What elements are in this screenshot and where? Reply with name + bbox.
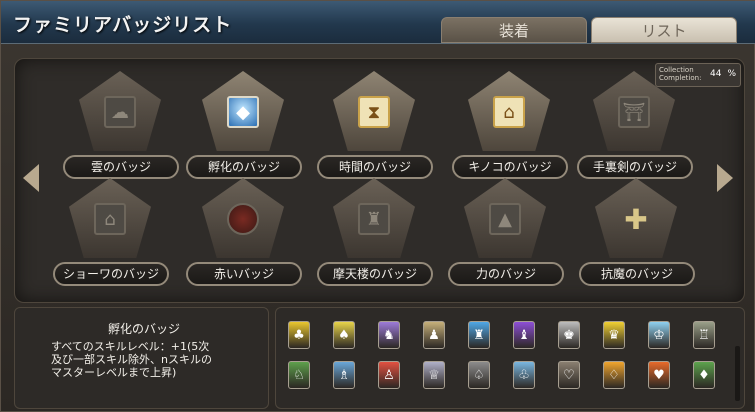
familiar-4-icon[interactable]: ♟ [423, 321, 445, 349]
badge-label: 時間のバッジ [317, 155, 433, 179]
description-line-1: すべてのスキルレベル：+1(5次 [51, 340, 210, 353]
familiar-scrollbar[interactable] [735, 346, 740, 401]
badge-hatch[interactable]: ◆ 孵化のバッジ [184, 71, 304, 181]
badge-time[interactable]: ⧗ 時間のバッジ [315, 71, 435, 181]
badge-mushroom[interactable]: ⌂ キノコのバッジ [450, 71, 570, 181]
description-title: 孵化のバッジ [108, 322, 181, 336]
shrine-icon: ⌂ [94, 203, 126, 235]
badge-showa[interactable]: ⌂ ショーワのバッジ [51, 178, 171, 288]
badge-shuriken[interactable]: ⛩ 手裏剣のバッジ [575, 71, 695, 181]
badge-power[interactable]: ▲ 力のバッジ [446, 178, 566, 288]
badge-label: 摩天楼のバッジ [317, 262, 433, 286]
title-bar[interactable]: ファミリアバッジリスト 装着 リスト [1, 1, 755, 44]
familiar-15-icon[interactable]: ♤ [468, 361, 490, 389]
description-line-3: マスターレベルまで上昇) [51, 366, 177, 379]
badge-label: 赤いバッジ [186, 262, 302, 286]
familiar-18-icon[interactable]: ♢ [603, 361, 625, 389]
prev-page-arrow-icon[interactable] [23, 164, 39, 192]
badge-antimagic[interactable]: ✚ 抗魔のバッジ [577, 178, 697, 288]
house-icon: ⌂ [493, 96, 525, 128]
badge-description-panel: 孵化のバッジ すべてのスキルレベル：+1(5次 及び一部スキル除外、nスキルの … [14, 307, 269, 409]
cross-icon: ✚ [624, 202, 648, 236]
pagoda-icon: ▲ [489, 203, 521, 235]
familiar-8-icon[interactable]: ♛ [603, 321, 625, 349]
window-title: ファミリアバッジリスト [13, 14, 233, 36]
red-orb-icon [227, 203, 259, 235]
badge-label: 手裏剣のバッジ [577, 155, 693, 179]
familiar-2-icon[interactable]: ♠ [333, 321, 355, 349]
hourglass-icon: ⧗ [358, 96, 390, 128]
badge-label: ショーワのバッジ [53, 262, 169, 286]
badge-label: 孵化のバッジ [186, 155, 302, 179]
egg-icon: ◆ [227, 96, 259, 128]
badge-label: 雲のバッジ [63, 155, 179, 179]
familiar-19-icon[interactable]: ♥ [648, 361, 670, 389]
familiar-10-icon[interactable]: ♖ [693, 321, 715, 349]
familiar-14-icon[interactable]: ♕ [423, 361, 445, 389]
familiar-7-icon[interactable]: ♚ [558, 321, 580, 349]
familiar-16-icon[interactable]: ♧ [513, 361, 535, 389]
familiar-9-icon[interactable]: ♔ [648, 321, 670, 349]
tab-list[interactable]: リスト [591, 17, 737, 43]
completion-unit: % [727, 69, 736, 79]
familiar-6-icon[interactable]: ♝ [513, 321, 535, 349]
familiar-20-icon[interactable]: ♦ [693, 361, 715, 389]
badge-red[interactable]: 赤いバッジ [184, 178, 304, 288]
badge-cloud[interactable]: ☁ 雲のバッジ [61, 71, 181, 181]
cloud-icon: ☁ [104, 96, 136, 128]
castle-icon: ♜ [358, 203, 390, 235]
familiar-card-panel: ♣ ♠ ♞ ♟ ♜ ♝ ♚ ♛ ♔ ♖ ♘ ♗ ♙ ♕ ♤ ♧ ♡ ♢ ♥ ♦ [275, 307, 745, 409]
tab-equip[interactable]: 装着 [441, 17, 587, 43]
badge-skyscraper[interactable]: ♜ 摩天楼のバッジ [315, 178, 435, 288]
familiar-5-icon[interactable]: ♜ [468, 321, 490, 349]
description-line-2: 及び一部スキル除外、nスキルの [51, 353, 212, 366]
gate-icon: ⛩ [618, 96, 650, 128]
badge-label: 力のバッジ [448, 262, 564, 286]
familiar-11-icon[interactable]: ♘ [288, 361, 310, 389]
familiar-17-icon[interactable]: ♡ [558, 361, 580, 389]
familiar-badge-window: ファミリアバッジリスト 装着 リスト Collection Completion… [0, 0, 755, 412]
familiar-12-icon[interactable]: ♗ [333, 361, 355, 389]
next-page-arrow-icon[interactable] [717, 164, 733, 192]
badge-label: 抗魔のバッジ [579, 262, 695, 286]
familiar-1-icon[interactable]: ♣ [288, 321, 310, 349]
badge-label: キノコのバッジ [452, 155, 568, 179]
familiar-13-icon[interactable]: ♙ [378, 361, 400, 389]
completion-value: 44 [709, 69, 722, 79]
familiar-3-icon[interactable]: ♞ [378, 321, 400, 349]
